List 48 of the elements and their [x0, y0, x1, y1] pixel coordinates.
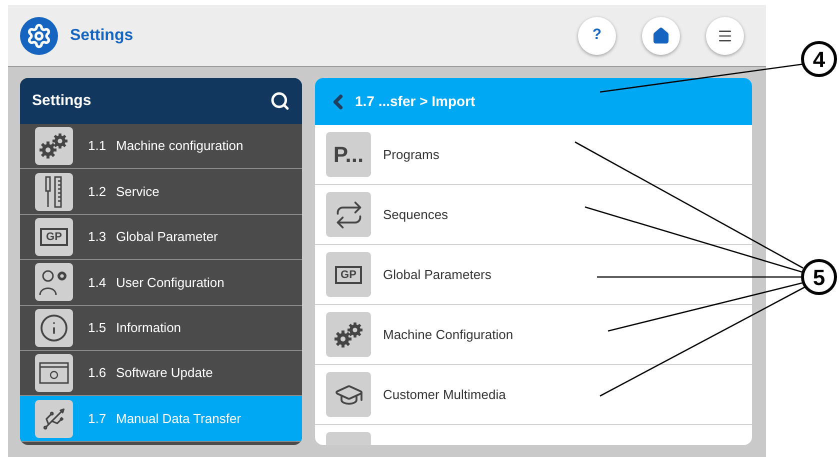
menu-button[interactable]	[706, 16, 744, 54]
item-number: 1.5	[88, 319, 108, 337]
import-list-item[interactable]: GP Global Parameters	[315, 245, 752, 305]
gears-icon	[334, 322, 364, 348]
help-button[interactable]: ?	[578, 16, 616, 54]
settings-menu-item[interactable]: 1.5 Information	[20, 306, 302, 351]
item-label: Information	[116, 319, 182, 337]
callout-number: 4	[801, 41, 837, 77]
search-icon[interactable]	[270, 91, 290, 111]
item-label: Machine configuration	[116, 137, 244, 156]
settings-logo-icon	[20, 16, 58, 54]
settings-menu-item[interactable]: 1.4 User Configuration	[20, 260, 302, 306]
item-number: 1.3	[88, 228, 108, 246]
item-number: 1.4	[88, 274, 108, 292]
item-number: 1.6	[88, 364, 108, 382]
gp-icon: GP	[40, 228, 68, 246]
item-number: 1.2	[88, 182, 108, 201]
item-label: Service	[116, 182, 160, 201]
import-list-item[interactable]: P... Programs	[315, 125, 752, 185]
item-number: 1.1	[88, 137, 108, 156]
item-label: Programs	[383, 146, 440, 164]
gears-icon	[39, 133, 69, 160]
ruler-screwdriver-icon	[44, 176, 64, 208]
update-window-icon	[39, 362, 69, 384]
callout-number: 5	[801, 259, 837, 295]
item-label: Global Parameter	[116, 228, 218, 246]
import-list-item[interactable]: Sequences	[315, 185, 752, 245]
item-label: Sequences	[383, 206, 448, 224]
item-label: Customer Multimedia	[383, 386, 506, 404]
breadcrumb-text: 1.7 ...sfer > Import	[355, 92, 476, 111]
menu-icon	[717, 28, 733, 44]
import-list-item[interactable]: Customer Multimedia	[315, 365, 752, 425]
home-button[interactable]	[642, 16, 680, 54]
item-label: User Configuration	[116, 274, 224, 292]
item-number: 1.7	[88, 410, 108, 428]
usb-icon	[41, 406, 67, 432]
gp-icon: GP	[334, 266, 362, 284]
settings-menu-item[interactable]: 1.1 Machine configuration	[20, 124, 302, 170]
item-label: Global Parameters	[383, 266, 492, 284]
import-list-item[interactable]: Machine Configuration	[315, 305, 752, 365]
panel-title: Settings	[32, 90, 92, 111]
item-label: Manual Data Transfer	[116, 410, 242, 428]
item-label: Software Update	[116, 364, 213, 382]
item-label: Machine Configuration	[383, 326, 514, 344]
programs-icon: P...	[333, 144, 364, 166]
app-title: Settings	[70, 26, 134, 46]
user-gear-icon	[39, 268, 69, 296]
home-icon	[652, 26, 670, 44]
